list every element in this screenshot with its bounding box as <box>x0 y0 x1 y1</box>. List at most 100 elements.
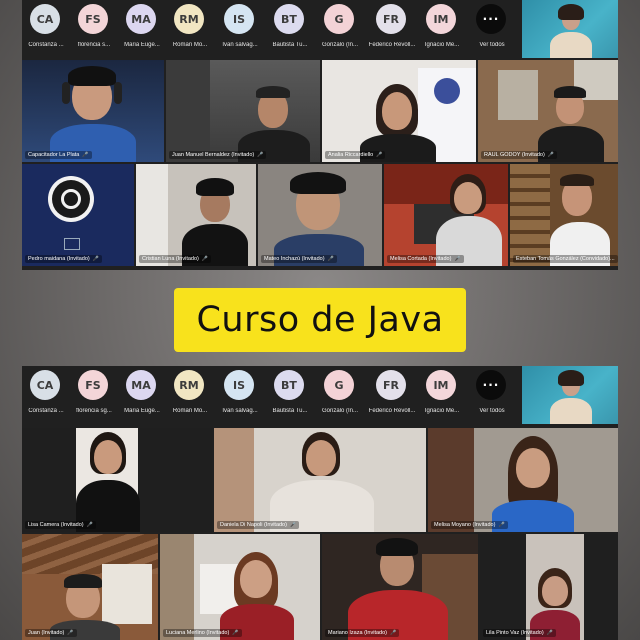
video-tile[interactable]: Cristian Luna (Invitado) 🎤 <box>136 164 256 266</box>
participant-avatar[interactable]: MA Maria Euge... <box>118 370 166 422</box>
participant-name: florencia s... <box>77 42 111 48</box>
participant-label: Juan (Invitado) 🎤 <box>25 629 77 637</box>
video-tile[interactable]: Juan (Invitado) 🎤 <box>22 534 158 640</box>
participant-name: Capacitador La Plata <box>28 152 80 158</box>
microphone-icon: 🎤 <box>289 522 297 528</box>
participant-name: Ivan salvag... <box>222 408 258 414</box>
participant-avatar[interactable]: MA Maria Euge... <box>118 4 166 56</box>
microphone-icon: 🎤 <box>454 256 461 262</box>
participant-avatar[interactable]: FS florencia sg... <box>70 370 118 422</box>
participant-label: Daniela Di Napoli (Invitado) 🎤 <box>217 521 300 529</box>
participant-name: Juan Manuel Bernaldez (Invitado) <box>172 152 255 158</box>
participant-avatar[interactable]: G Gonzalo (In... <box>316 370 364 422</box>
participant-label: Melisa Moyano (Invitado) 🎤 <box>431 521 508 529</box>
video-tile[interactable]: Juan Manuel Bernaldez (Invitado) 🎤 <box>166 60 320 162</box>
initials-badge: MA <box>126 370 156 400</box>
initials-badge: FR <box>376 4 406 34</box>
participant-label: Lisa Camera (Invitado) 🎤 <box>25 521 96 529</box>
microphone-icon: 🎤 <box>327 256 334 262</box>
participant-name: Maria Euge... <box>124 408 160 414</box>
participant-avatar[interactable]: BT Bautista Tu... <box>266 370 314 422</box>
meeting-screenshot-top: CA Constanza ... FS florencia s... MA Ma… <box>22 0 618 270</box>
participant-avatar[interactable]: IS Ivan salvag... <box>216 370 264 422</box>
initials-badge: BT <box>274 4 304 34</box>
participant-avatar[interactable]: IM Ignacio Me... <box>418 4 466 56</box>
microphone-icon: 🎤 <box>92 256 99 262</box>
see-all-button[interactable]: ··· Ver todos <box>468 370 516 422</box>
participant-name: Juan (Invitado) <box>28 630 65 636</box>
participant-name: Lisa Camera (Invitado) <box>28 522 84 528</box>
participant-avatar[interactable]: BT Bautista Tu... <box>266 4 314 56</box>
participant-avatar[interactable]: RM Roman Mo... <box>166 370 214 422</box>
participant-avatar[interactable]: RM Roman Mo... <box>166 4 214 56</box>
participant-name: Analia Riccardiello <box>328 152 374 158</box>
participant-label: Cristian Luna (Invitado) 🎤 <box>139 255 212 263</box>
see-all-label: Ver todos <box>479 408 505 414</box>
microphone-icon: 🎤 <box>376 152 383 158</box>
participant-name: Constanza ... <box>28 42 64 48</box>
participant-avatar[interactable]: G Gonzalo (In... <box>316 4 364 56</box>
video-tile[interactable]: Luciana Merlino (Invitado) 🎤 <box>160 534 320 640</box>
self-video-thumbnail[interactable] <box>522 0 618 58</box>
initials-badge: FR <box>376 370 406 400</box>
initials-badge: BT <box>274 370 304 400</box>
video-tile[interactable]: Melisa Cortada (Invitado) 🎤 <box>384 164 508 266</box>
initials-badge: G <box>324 370 354 400</box>
participant-label: Mariano Izaza (Invitado) 🎤 <box>325 629 400 637</box>
video-tile[interactable]: Mariano Izaza (Invitado) 🎤 <box>322 534 478 640</box>
participant-label: Pedro maidana (Invitado) 🎤 <box>25 255 102 263</box>
participant-name: Pedro maidana (Invitado) <box>28 256 90 262</box>
participant-label: Luciana Merlino (Invitado) 🎤 <box>163 629 242 637</box>
video-tile[interactable]: Melisa Moyano (Invitado) 🎤 <box>428 428 618 532</box>
initials-badge: IS <box>224 370 254 400</box>
see-all-label: Ver todos <box>479 42 505 48</box>
microphone-icon: 🎤 <box>546 630 553 636</box>
participant-avatar[interactable]: CA Constanza ... <box>22 370 70 422</box>
self-video-thumbnail[interactable] <box>522 366 618 424</box>
participant-name: Mariano Izaza (Invitado) <box>328 630 387 636</box>
video-tile[interactable]: Daniela Di Napoli (Invitado) 🎤 <box>214 428 426 532</box>
participant-name: Roman Mo... <box>172 42 208 48</box>
video-tile[interactable]: Mateo Inchazú (Invitado) 🎤 <box>258 164 382 266</box>
video-tile[interactable]: Lisa Camera (Invitado) 🎤 <box>22 428 212 532</box>
participant-label: Mateo Inchazú (Invitado) 🎤 <box>261 255 337 263</box>
initials-badge: CA <box>30 370 60 400</box>
participant-avatar[interactable]: CA Constanza ... <box>22 4 70 56</box>
participant-avatar[interactable]: FS florencia s... <box>70 4 118 56</box>
video-tile[interactable]: Pedro maidana (Invitado) 🎤 <box>22 164 134 266</box>
initials-badge: MA <box>126 4 156 34</box>
participant-label: Juan Manuel Bernaldez (Invitado) 🎤 <box>169 151 267 159</box>
participant-label: RAUL GODOY (Invitado) 🎤 <box>481 151 558 159</box>
more-icon: ··· <box>476 370 506 400</box>
initials-badge: IM <box>426 370 456 400</box>
participant-name: Ignacio Me... <box>424 408 460 414</box>
initials-badge: FS <box>78 4 108 34</box>
course-title-banner: Curso de Java <box>174 288 466 352</box>
initials-badge: G <box>324 4 354 34</box>
participant-avatar[interactable]: IS Ivan salvag... <box>216 4 264 56</box>
initials-badge: IM <box>426 4 456 34</box>
video-tile[interactable]: Analia Riccardiello 🎤 <box>322 60 476 162</box>
participant-name: Gonzalo (In... <box>321 408 359 414</box>
initials-badge: RM <box>174 4 204 34</box>
participant-name: Federico Revoll... <box>368 408 416 414</box>
participant-avatar[interactable]: FR Federico Revoll... <box>368 370 416 422</box>
video-tile[interactable]: Lila Pinto Vaz (Invitado) 🎤 <box>480 534 618 640</box>
microphone-icon: 🎤 <box>547 152 555 158</box>
participant-name: Esteban Tomás González (Convidado)... <box>516 256 615 262</box>
video-tile[interactable]: RAUL GODOY (Invitado) 🎤 <box>478 60 618 162</box>
video-tile[interactable]: Capacitador La Plata 🎤 <box>22 60 164 162</box>
participant-strip-bottom: CA Constanza ... FS florencia sg... MA M… <box>22 366 618 424</box>
microphone-icon: 🎤 <box>232 630 239 636</box>
participant-name: Melisa Cortada (Invitado) <box>390 256 452 262</box>
initials-badge: FS <box>78 370 108 400</box>
participant-name: Ignacio Me... <box>424 42 460 48</box>
see-all-button[interactable]: ··· Ver todos <box>468 4 516 56</box>
video-tile[interactable]: Esteban Tomás González (Convidado)...🎤 <box>510 164 618 266</box>
participant-avatar[interactable]: FR Federico Revoll... <box>368 4 416 56</box>
microphone-icon: 🎤 <box>82 152 89 158</box>
microphone-icon: 🎤 <box>498 522 505 528</box>
participant-avatar[interactable]: IM Ignacio Me... <box>418 370 466 422</box>
participant-name: Mateo Inchazú (Invitado) <box>264 256 325 262</box>
participant-label: Melisa Cortada (Invitado) 🎤 <box>387 255 464 263</box>
